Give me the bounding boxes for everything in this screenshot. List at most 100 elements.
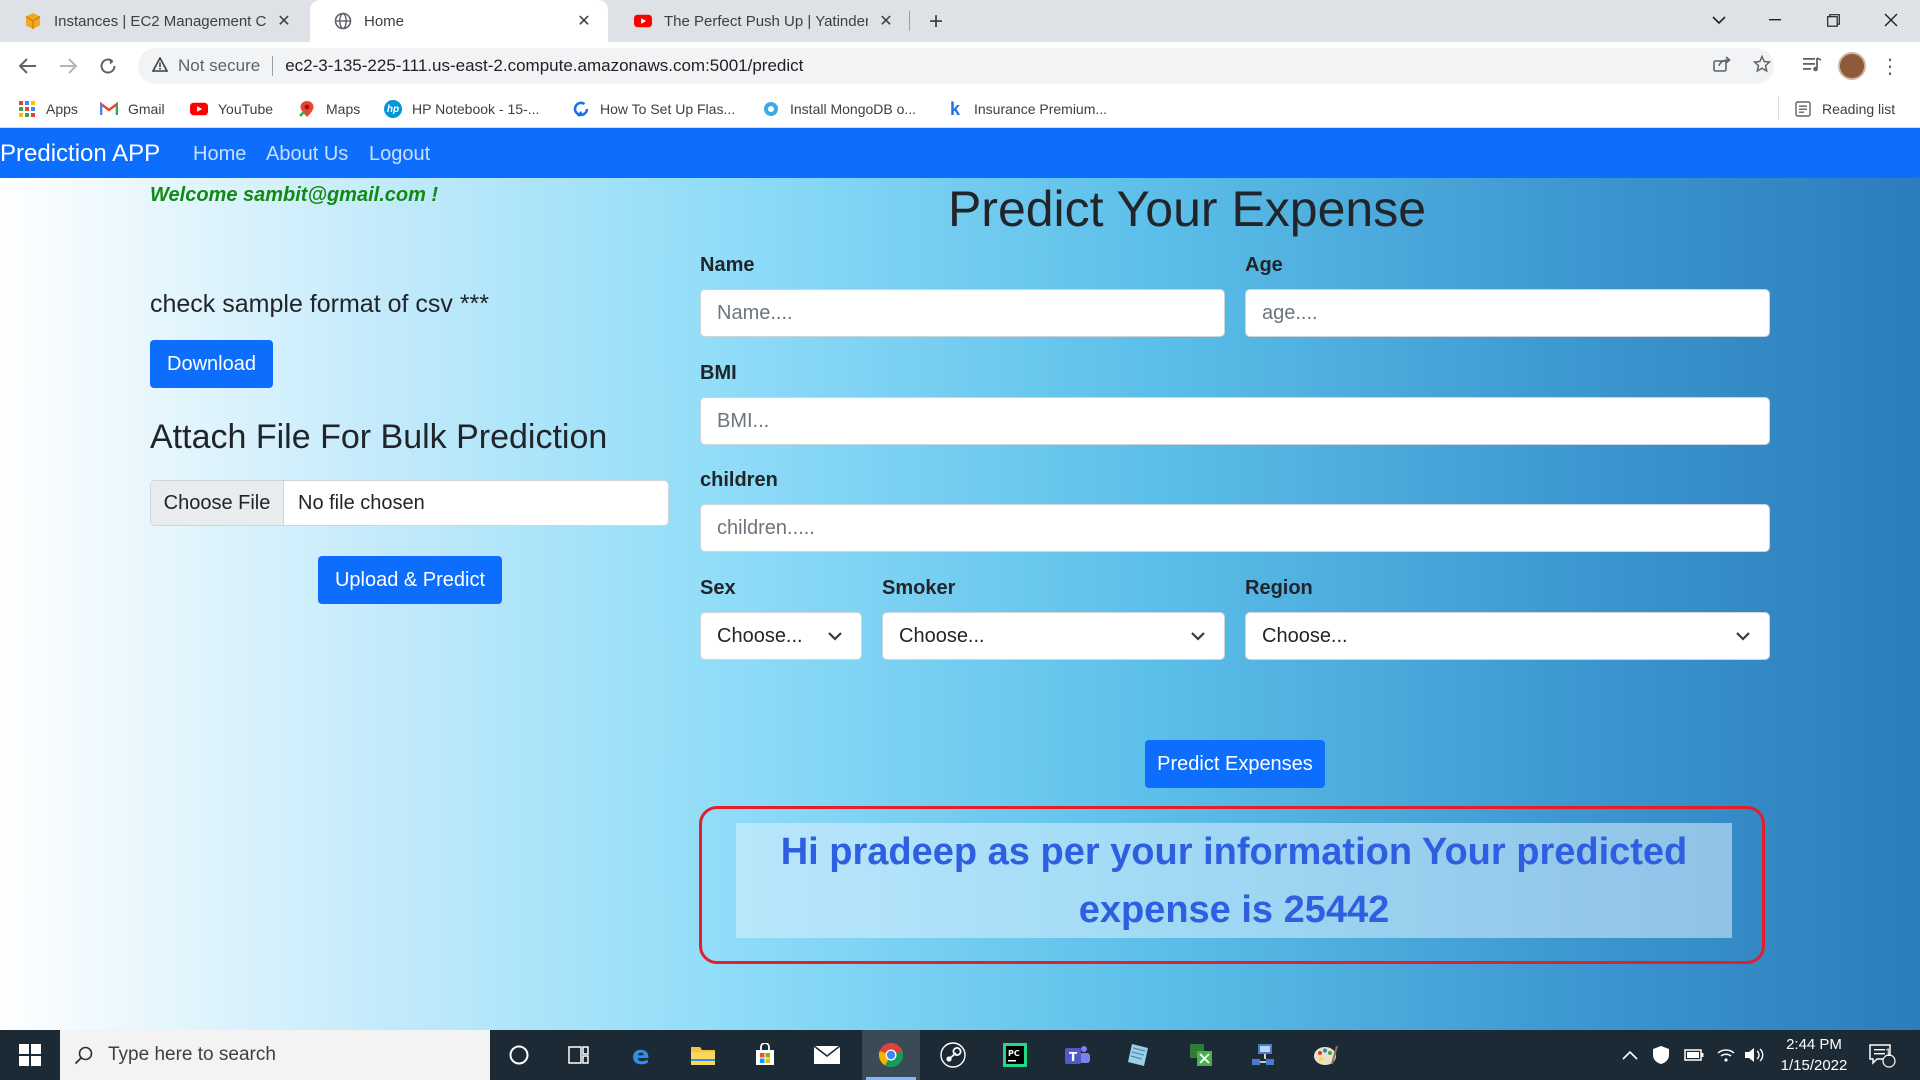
sex-label: Sex xyxy=(700,577,736,599)
wifi-icon[interactable] xyxy=(1716,1030,1736,1080)
smoker-select[interactable]: Choose... xyxy=(882,612,1225,660)
network-app-icon[interactable] xyxy=(1234,1030,1292,1080)
profile-avatar[interactable] xyxy=(1838,52,1866,80)
nav-about-link[interactable]: About Us xyxy=(266,143,348,166)
windows-start-button[interactable] xyxy=(0,1030,60,1080)
age-input[interactable]: age.... xyxy=(1245,289,1770,337)
tab-title: Instances | EC2 Management Con xyxy=(54,12,266,30)
youtube-icon xyxy=(190,100,208,118)
name-label: Name xyxy=(700,254,755,276)
back-arrow-icon[interactable] xyxy=(12,50,44,82)
bookmark-label: Insurance Premium... xyxy=(974,101,1108,117)
apps-grid-icon xyxy=(18,100,36,118)
svg-text:e: e xyxy=(632,1042,650,1068)
cortana-icon[interactable] xyxy=(490,1030,548,1080)
pycharm-icon[interactable]: PC xyxy=(986,1030,1044,1080)
bookmark-youtube[interactable]: YouTube xyxy=(190,98,273,120)
excel-app-icon[interactable] xyxy=(1172,1030,1230,1080)
restore-button[interactable] xyxy=(1804,0,1862,40)
reload-icon[interactable] xyxy=(92,50,124,82)
minimize-button[interactable] xyxy=(1746,0,1804,40)
microsoft-store-icon[interactable] xyxy=(736,1030,794,1080)
edge-browser-icon[interactable]: e xyxy=(613,1030,671,1080)
show-hidden-icons-chevron[interactable] xyxy=(1622,1030,1638,1080)
region-label: Region xyxy=(1245,577,1313,599)
bookmark-insurance-premium[interactable]: k Insurance Premium... xyxy=(946,98,1107,120)
notification-center-icon[interactable]: 1 xyxy=(1868,1030,1896,1080)
choose-file-button[interactable]: Choose File xyxy=(151,481,284,525)
refresh-circle-icon xyxy=(572,100,590,118)
omnibox-divider xyxy=(272,56,274,76)
volume-icon[interactable] xyxy=(1744,1030,1764,1080)
bookmark-flask-setup[interactable]: How To Set Up Flas... xyxy=(572,98,735,120)
bookmark-maps[interactable]: Maps xyxy=(298,98,360,120)
chrome-icon[interactable] xyxy=(862,1030,920,1080)
new-tab-button[interactable]: + xyxy=(922,8,950,36)
maps-pin-icon xyxy=(298,100,316,118)
bookmark-hp-notebook[interactable]: hp HP Notebook - 15-... xyxy=(384,98,539,120)
paint-app-icon[interactable] xyxy=(1296,1030,1354,1080)
reading-list[interactable]: Reading list xyxy=(1794,98,1895,120)
region-select[interactable]: Choose... xyxy=(1245,612,1770,660)
name-input[interactable]: Name.... xyxy=(700,289,1225,337)
nav-home-link[interactable]: Home xyxy=(193,143,246,166)
mail-icon[interactable] xyxy=(798,1030,856,1080)
steam-icon[interactable] xyxy=(924,1030,982,1080)
close-window-button[interactable] xyxy=(1862,0,1920,40)
app-brand[interactable]: Prediction APP xyxy=(0,140,160,168)
region-select-value: Choose... xyxy=(1262,624,1348,647)
sex-select[interactable]: Choose... xyxy=(700,612,862,660)
share-icon[interactable] xyxy=(1706,48,1738,80)
bookmark-label: YouTube xyxy=(218,101,274,117)
url-text[interactable]: ec2-3-135-225-111.us-east-2.compute.amaz… xyxy=(285,56,803,76)
clock-date: 1/15/2022 xyxy=(1780,1057,1848,1074)
tab-home[interactable]: Home ✕ xyxy=(310,0,608,42)
bookmark-star-icon[interactable] xyxy=(1746,48,1778,80)
teams-icon[interactable]: T xyxy=(1048,1030,1106,1080)
forward-arrow-icon[interactable] xyxy=(52,50,84,82)
chevron-down-icon xyxy=(828,632,842,641)
warning-triangle-icon[interactable] xyxy=(151,55,169,76)
security-status[interactable]: Not secure xyxy=(178,56,260,76)
taskbar-search-input[interactable]: Type here to search xyxy=(60,1030,490,1080)
bookmark-label: Maps xyxy=(326,101,361,117)
predict-expenses-button[interactable]: Predict Expenses xyxy=(1145,740,1325,788)
nav-logout-link[interactable]: Logout xyxy=(369,143,430,166)
system-clock[interactable]: 2:44 PM 1/15/2022 xyxy=(1764,1034,1864,1076)
tab-search-chevron-icon[interactable] xyxy=(1690,0,1748,40)
bookmark-label: Apps xyxy=(46,101,78,117)
page-content: Prediction APP Home About Us Logout Welc… xyxy=(0,128,1920,1030)
close-icon[interactable]: ✕ xyxy=(274,11,294,31)
battery-icon[interactable] xyxy=(1684,1030,1704,1080)
upload-predict-button[interactable]: Upload & Predict xyxy=(318,556,502,604)
children-input[interactable]: children..... xyxy=(700,504,1770,552)
tab-ec2-instances[interactable]: Instances | EC2 Management Con ✕ xyxy=(0,0,308,42)
smoker-label: Smoker xyxy=(882,577,956,599)
search-placeholder: Type here to search xyxy=(108,1044,276,1065)
address-bar[interactable]: Not secure ec2-3-135-225-111.us-east-2.c… xyxy=(138,48,1774,84)
sample-format-text: check sample format of csv *** xyxy=(150,290,490,318)
file-upload-input[interactable]: Choose File No file chosen xyxy=(150,480,669,526)
browser-toolbar: Not secure ec2-3-135-225-111.us-east-2.c… xyxy=(0,42,1920,90)
bookmark-mongodb[interactable]: Install MongoDB o... xyxy=(762,98,916,120)
file-explorer-icon[interactable] xyxy=(674,1030,732,1080)
close-icon[interactable]: ✕ xyxy=(876,11,896,31)
close-icon[interactable]: ✕ xyxy=(574,11,594,31)
bookmark-gmail[interactable]: Gmail xyxy=(100,98,165,120)
svg-text:PC: PC xyxy=(1008,1049,1020,1058)
more-menu-icon[interactable]: ⋮ xyxy=(1880,52,1900,80)
aws-box-icon xyxy=(24,12,42,30)
chevron-down-icon xyxy=(1191,632,1205,641)
bookmark-label: Gmail xyxy=(128,101,165,117)
age-label: Age xyxy=(1245,254,1283,276)
download-button[interactable]: Download xyxy=(150,340,273,388)
media-queue-icon[interactable] xyxy=(1796,48,1828,80)
tab-youtube-video[interactable]: The Perfect Push Up | Yatinder Si ✕ xyxy=(610,0,910,42)
bmi-input[interactable]: BMI... xyxy=(700,397,1770,445)
smoker-select-value: Choose... xyxy=(899,624,985,647)
sex-select-value: Choose... xyxy=(717,624,803,647)
security-shield-icon[interactable] xyxy=(1652,1030,1670,1080)
task-view-icon[interactable] xyxy=(550,1030,608,1080)
bookmark-apps[interactable]: Apps xyxy=(18,98,78,120)
notepad-app-icon[interactable] xyxy=(1110,1030,1168,1080)
